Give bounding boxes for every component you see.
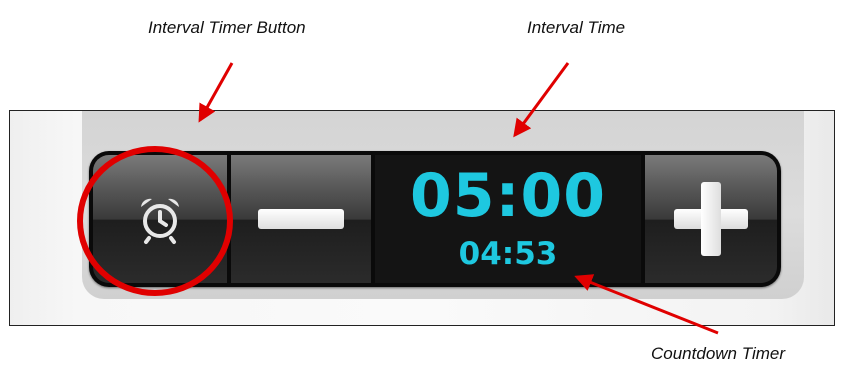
- countdown-timer-value: 04:53: [458, 236, 558, 272]
- callout-interval-time: Interval Time: [527, 18, 626, 37]
- callout-interval-timer-button: Interval Timer Button: [148, 18, 306, 37]
- increment-button[interactable]: [645, 155, 777, 283]
- decrement-button[interactable]: [231, 155, 371, 283]
- interval-time-value: 05:00: [410, 161, 606, 231]
- screenshot-frame: 05:00 04:53: [9, 110, 835, 326]
- plus-icon: [674, 182, 748, 256]
- time-display: 05:00 04:53: [375, 155, 641, 283]
- timer-control-bar: 05:00 04:53: [89, 151, 781, 287]
- callout-countdown-timer: Countdown Timer: [651, 344, 786, 363]
- minus-icon: [258, 209, 344, 229]
- interval-timer-button[interactable]: [93, 155, 227, 283]
- alarm-clock-icon: [141, 198, 179, 244]
